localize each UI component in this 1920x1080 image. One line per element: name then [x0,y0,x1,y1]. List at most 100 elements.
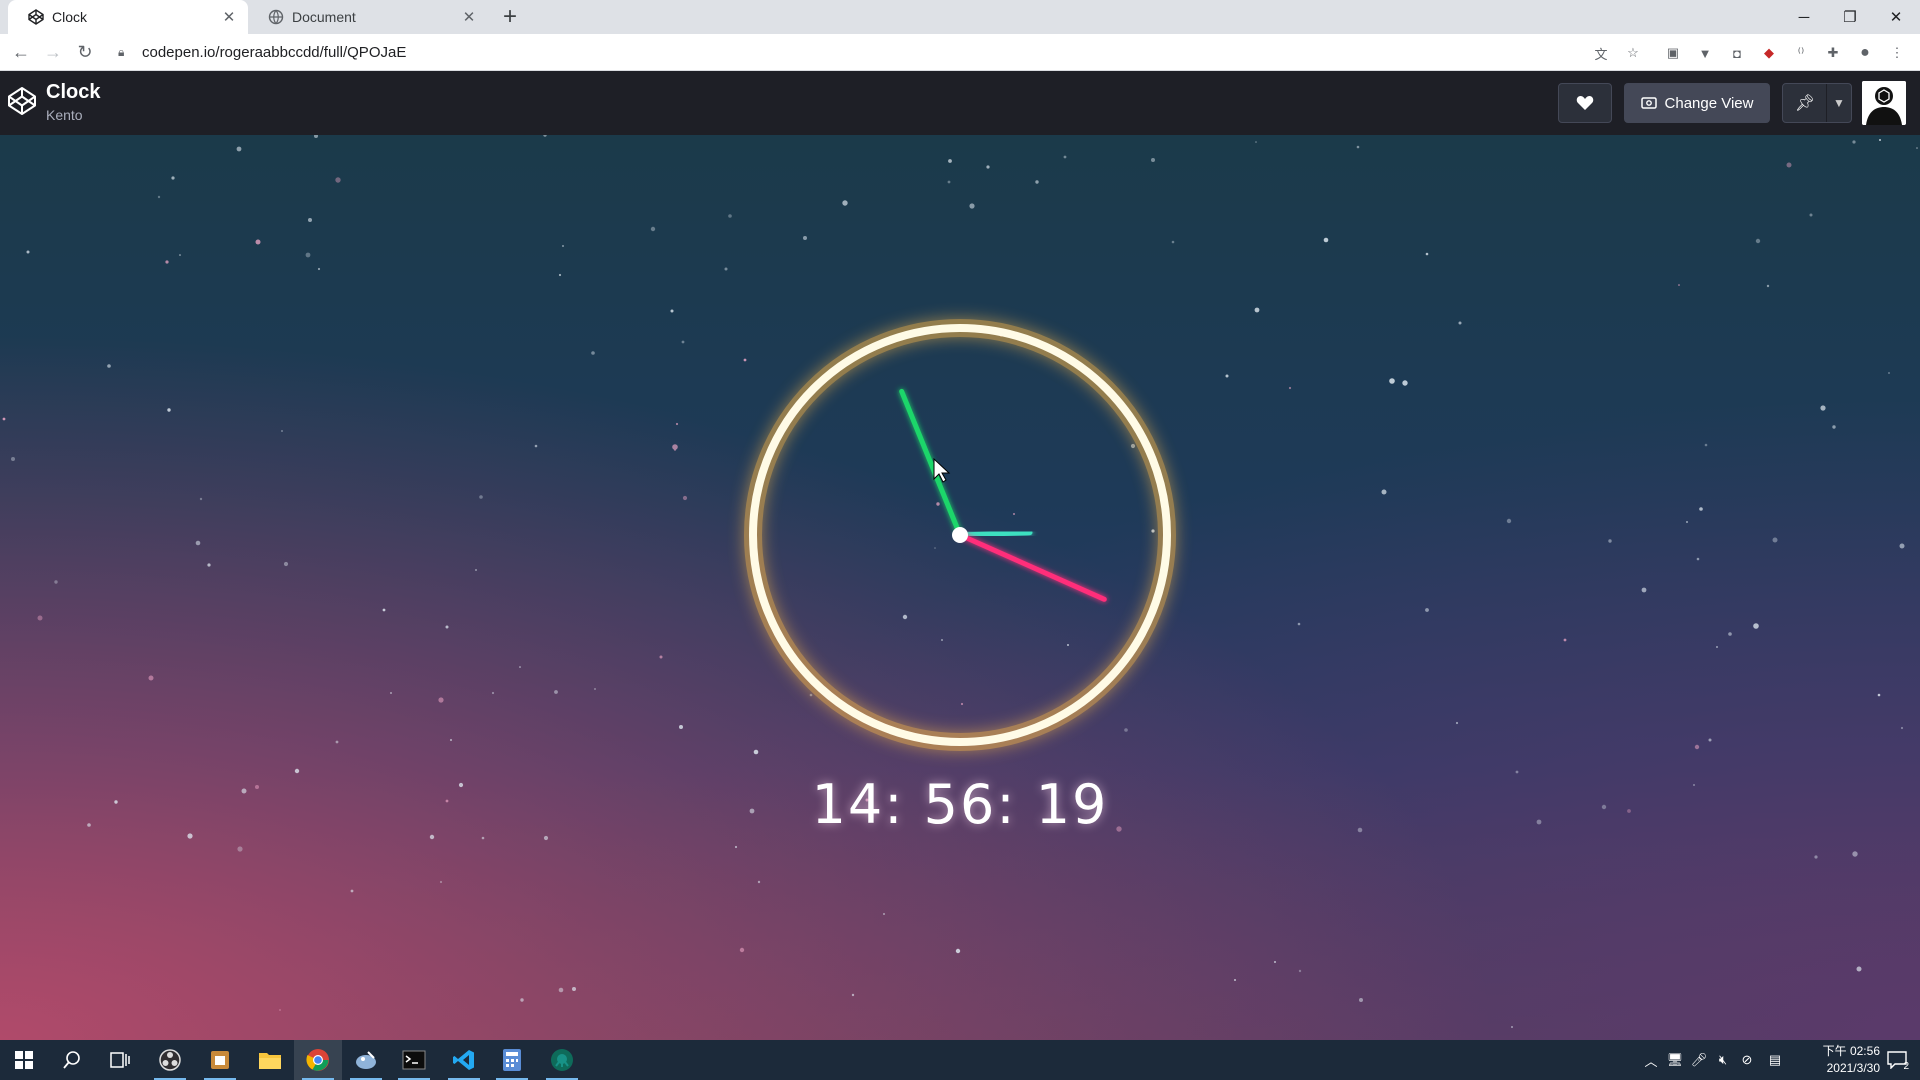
extension-icon[interactable]: ▼ [1696,44,1714,62]
star [986,165,990,169]
star [1832,425,1836,429]
star [207,563,211,567]
star [1234,979,1236,981]
obs-icon[interactable] [146,1040,194,1080]
chevron-down-icon[interactable]: ▼ [1826,84,1851,122]
view-icon [1640,97,1657,109]
profile-icon[interactable]: ● [1856,44,1874,62]
restore-icon[interactable]: ❐ [1828,0,1872,34]
star [1425,252,1429,256]
star [195,540,201,546]
puzzle-extensions-icon[interactable]: ✚ [1824,44,1842,62]
close-tab-icon[interactable]: ✕ [220,8,238,26]
star [1389,378,1395,384]
star [1704,443,1708,447]
codepen-logo-icon[interactable] [6,85,38,117]
change-view-button[interactable]: Change View [1624,83,1770,123]
search-icon[interactable] [48,1040,96,1080]
star [1124,728,1128,732]
star [724,267,728,271]
status-icon[interactable]: ⊘ [1736,1040,1758,1080]
star [439,880,443,884]
star [26,250,30,254]
app-icon[interactable] [196,1040,244,1080]
star [1506,518,1512,524]
file-explorer-icon[interactable] [246,1040,294,1080]
reload-icon[interactable]: ↻ [72,39,98,65]
close-window-icon[interactable]: ✕ [1874,0,1918,34]
pin-icon[interactable]: 📌︎ [1783,84,1827,122]
gitkraken-icon[interactable] [538,1040,586,1080]
pen-author[interactable]: Kento [46,107,83,123]
system-clock[interactable]: 下午 02:56 2021/3/30 [1790,1043,1880,1077]
close-tab-icon[interactable]: ✕ [460,8,478,26]
star [491,691,495,695]
tab-title: Document [292,9,356,25]
star [1063,155,1067,159]
microphone-icon[interactable]: 🎤︎ [1688,1040,1710,1080]
task-view-icon[interactable] [96,1040,144,1080]
tab-clock[interactable]: Clock ✕ [8,0,248,34]
star [148,675,154,681]
star [165,260,169,264]
heart-icon [1576,96,1594,110]
star [1852,851,1858,857]
star [681,340,685,344]
star [960,702,964,706]
star [672,444,678,450]
star [1458,321,1462,325]
extension-icon[interactable]: ◘ [1728,44,1746,62]
star [1877,693,1881,697]
tab-document[interactable]: Document ✕ [248,0,488,34]
star [1916,147,1918,149]
chrome-icon[interactable] [294,1040,342,1080]
star [803,236,807,240]
back-icon[interactable]: ← [8,39,34,65]
star [1809,213,1813,217]
start-icon[interactable] [0,1040,48,1080]
user-avatar[interactable] [1862,81,1906,125]
address-bar[interactable]: 🔒︎ codepen.io/rogeraabbccdd/full/QPOJaE [108,37,1636,67]
star [2,417,6,421]
forward-icon[interactable]: → [40,39,66,65]
star [562,245,564,247]
star [1608,539,1612,543]
star [1151,529,1155,533]
extension-icon[interactable]: ⁽⁾ [1792,44,1810,62]
app-icon[interactable] [342,1040,390,1080]
star [941,639,943,641]
star [308,218,312,222]
tray-overflow-icon[interactable]: ︿ [1640,1040,1662,1080]
star [594,688,596,690]
menu-kebab-icon[interactable]: ⋮ [1888,44,1906,62]
star [1013,513,1015,515]
volume-muted-icon[interactable]: 🔇︎ [1712,1040,1734,1080]
star [1563,638,1567,642]
new-tab-button[interactable]: + [498,4,522,30]
star [947,180,951,184]
input-method-icon[interactable]: ▤ [1764,1040,1786,1080]
second-hand [957,532,1107,602]
star [1356,145,1360,149]
star [1402,380,1408,386]
star [543,135,547,137]
star [591,351,595,355]
bookmark-star-icon[interactable]: ☆ [1624,44,1642,62]
star [1856,966,1862,972]
notification-center-icon[interactable]: 2 [1880,1040,1914,1080]
extension-icon[interactable]: ◆ [1760,44,1778,62]
translate-icon[interactable]: 文 [1592,44,1610,62]
star [1694,744,1700,750]
star [107,364,111,368]
star [1786,162,1792,168]
like-button[interactable] [1558,83,1612,123]
minimize-icon[interactable]: ─ [1782,0,1826,34]
extension-icon[interactable]: ▣ [1664,44,1682,62]
star [314,135,318,138]
network-icon[interactable]: 🖥︎ [1664,1040,1686,1080]
star [1254,307,1260,313]
calculator-icon[interactable] [488,1040,536,1080]
terminal-icon[interactable] [390,1040,438,1080]
vscode-icon[interactable] [440,1040,488,1080]
clock-center-dot [952,527,968,543]
